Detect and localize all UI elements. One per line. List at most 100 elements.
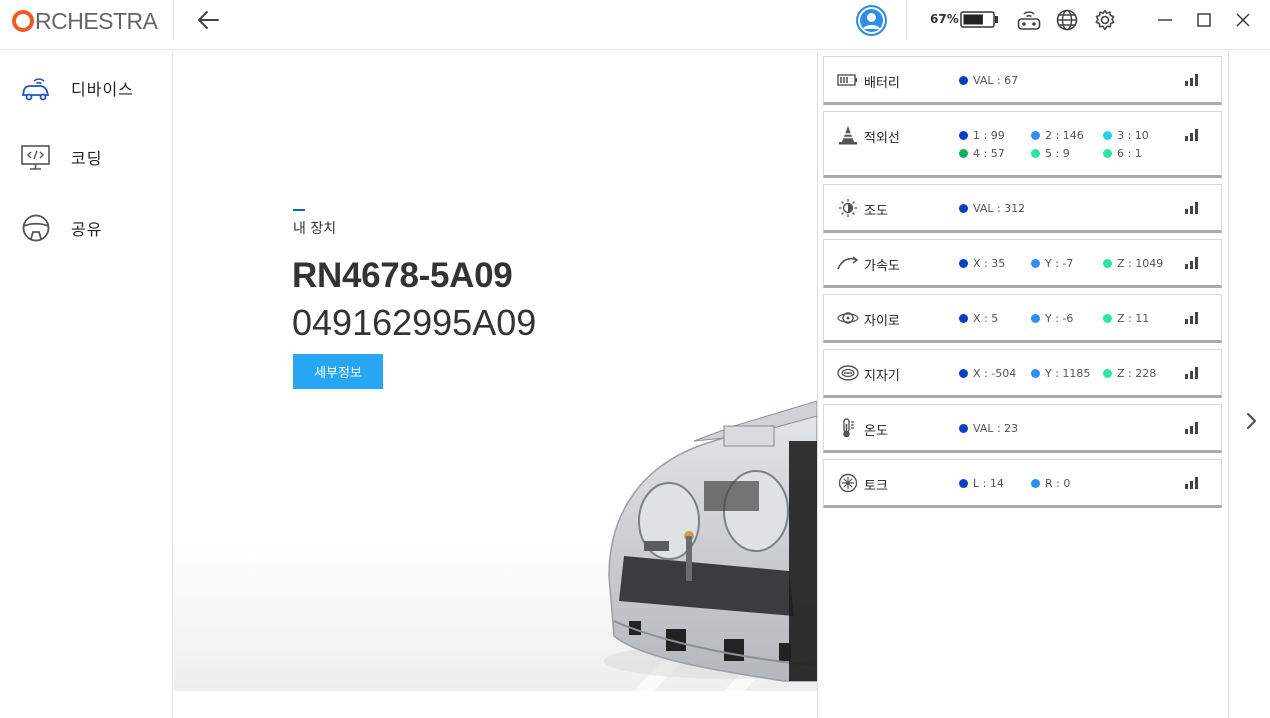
sensor-value: VAL : 312 bbox=[959, 202, 1025, 215]
signal-bars-icon[interactable] bbox=[1185, 421, 1199, 434]
sensor-card: 온도 VAL : 23 bbox=[823, 404, 1222, 453]
battery-icon bbox=[837, 74, 857, 86]
sensor-card: 적외선 1 : 99 2 : 146 3 : 10 4 : 57 5 : 9 6 : 1 bbox=[823, 111, 1222, 178]
value-text: R : 0 bbox=[1045, 477, 1071, 490]
sensor-value: 3 : 10 bbox=[1103, 129, 1149, 142]
user-avatar-icon[interactable] bbox=[856, 5, 887, 36]
sensor-panel: 배터리 VAL : 67 적외선 1 : 99 2 : 146 3 : 10 4 : 57 5… bbox=[817, 51, 1229, 718]
value-text: 4 : 57 bbox=[973, 147, 1005, 160]
value-text: Y : -7 bbox=[1045, 257, 1074, 270]
gear-icon[interactable] bbox=[1093, 9, 1117, 31]
value-dot bbox=[1031, 369, 1040, 378]
sensor-card: 배터리 VAL : 67 bbox=[823, 56, 1222, 105]
robot-car-image bbox=[604, 400, 817, 682]
value-text: 3 : 10 bbox=[1117, 129, 1149, 142]
value-text: X : 5 bbox=[973, 312, 999, 325]
sensor-value: L : 14 bbox=[959, 477, 1004, 490]
sensor-name: 지자기 bbox=[864, 369, 900, 384]
sensor-value: 1 : 99 bbox=[959, 129, 1005, 142]
value-dot bbox=[959, 479, 968, 488]
maximize-icon[interactable] bbox=[1195, 11, 1213, 29]
coding-monitor-icon bbox=[21, 145, 50, 170]
value-dot bbox=[959, 131, 968, 140]
sensor-value: VAL : 67 bbox=[959, 74, 1018, 87]
signal-bars-icon[interactable] bbox=[1185, 366, 1199, 379]
sensor-name: 자이로 bbox=[864, 314, 900, 329]
sidebar-item-coding[interactable]: 코딩 bbox=[0, 135, 173, 179]
sidebar-item-devices[interactable]: 디바이스 bbox=[0, 66, 173, 110]
sensor-value: X : 35 bbox=[959, 257, 1005, 270]
controller-icon[interactable] bbox=[1017, 9, 1041, 31]
sensor-card: 지자기 X : -504 Y : 1185 Z : 228 bbox=[823, 349, 1222, 398]
sensor-value: X : -504 bbox=[959, 367, 1016, 380]
value-dot bbox=[1103, 131, 1112, 140]
globe-icon[interactable] bbox=[1055, 9, 1079, 31]
sensor-card: 자이로 X : 5 Y : -6 Z : 11 bbox=[823, 294, 1222, 343]
close-icon[interactable] bbox=[1234, 11, 1252, 29]
value-dot bbox=[1031, 149, 1040, 158]
device-main-area: 내 장치 RN4678-5A09 049162995A09 세부정보 bbox=[174, 51, 817, 691]
value-text: Y : -6 bbox=[1045, 312, 1074, 325]
sensor-card: 조도 VAL : 312 bbox=[823, 184, 1222, 233]
sidebar: 디바이스 코딩 공유 bbox=[0, 51, 173, 718]
thermometer-icon bbox=[843, 418, 854, 438]
sensor-name: 배터리 bbox=[864, 76, 900, 91]
sensor-value: VAL : 23 bbox=[959, 422, 1018, 435]
value-dot bbox=[959, 369, 968, 378]
signal-bars-icon[interactable] bbox=[1185, 73, 1199, 86]
sensor-name: 조도 bbox=[864, 204, 888, 219]
topbar-divider bbox=[906, 0, 907, 40]
sidebar-item-share[interactable]: 공유 bbox=[0, 206, 173, 250]
value-dot bbox=[959, 76, 968, 85]
value-text: 5 : 9 bbox=[1045, 147, 1070, 160]
detail-button[interactable]: 세부정보 bbox=[293, 354, 383, 389]
value-text: VAL : 312 bbox=[973, 202, 1026, 215]
battery-icon bbox=[960, 11, 998, 28]
top-bar: RCHESTRA 67% bbox=[0, 0, 1270, 50]
value-text: 1 : 99 bbox=[973, 129, 1005, 142]
magnet-icon bbox=[837, 365, 859, 381]
chevron-right-icon[interactable] bbox=[1240, 409, 1262, 433]
signal-bars-icon[interactable] bbox=[1185, 128, 1199, 141]
logo-o-mark bbox=[12, 10, 34, 32]
sensor-value: Y : -6 bbox=[1031, 312, 1073, 325]
sidebar-item-label: 디바이스 bbox=[71, 80, 134, 99]
device-id: 049162995A09 bbox=[292, 302, 537, 343]
sensor-value: 4 : 57 bbox=[959, 147, 1005, 160]
gyro-icon bbox=[837, 312, 859, 324]
battery-percent: 67% bbox=[930, 12, 959, 26]
sensor-value: Y : -7 bbox=[1031, 257, 1073, 270]
value-text: Y : 1185 bbox=[1045, 367, 1091, 380]
value-dot bbox=[1103, 149, 1112, 158]
value-dot bbox=[1031, 131, 1040, 140]
back-arrow-icon[interactable] bbox=[196, 8, 222, 32]
value-text: Z : 1049 bbox=[1117, 257, 1164, 270]
value-dot bbox=[1031, 314, 1040, 323]
section-accent-line bbox=[293, 209, 305, 211]
value-dot bbox=[1103, 259, 1112, 268]
section-label: 내 장치 bbox=[293, 221, 337, 237]
sensor-card: 토크 L : 14 R : 0 bbox=[823, 459, 1222, 508]
sensor-value: Z : 1049 bbox=[1103, 257, 1163, 270]
signal-bars-icon[interactable] bbox=[1185, 476, 1199, 489]
signal-bars-icon[interactable] bbox=[1185, 256, 1199, 269]
sun-icon bbox=[839, 199, 857, 217]
value-dot bbox=[959, 149, 968, 158]
sensor-value: R : 0 bbox=[1031, 477, 1070, 490]
logo-text: RCHESTRA bbox=[35, 7, 158, 34]
minimize-icon[interactable] bbox=[1156, 11, 1174, 29]
sensor-value: Z : 11 bbox=[1103, 312, 1149, 325]
signal-bars-icon[interactable] bbox=[1185, 201, 1199, 214]
sensor-value: Z : 228 bbox=[1103, 367, 1156, 380]
sensor-value: 2 : 146 bbox=[1031, 129, 1084, 142]
torque-icon bbox=[838, 473, 858, 493]
value-text: 6 : 1 bbox=[1117, 147, 1142, 160]
signal-bars-icon[interactable] bbox=[1185, 311, 1199, 324]
value-text: Z : 228 bbox=[1117, 367, 1157, 380]
device-car-icon bbox=[21, 78, 50, 101]
sensor-name: 온도 bbox=[864, 424, 888, 439]
value-text: VAL : 67 bbox=[973, 74, 1019, 87]
sensor-name: 토크 bbox=[864, 479, 888, 494]
sensor-name: 가속도 bbox=[864, 259, 900, 274]
sensor-value: 6 : 1 bbox=[1103, 147, 1142, 160]
